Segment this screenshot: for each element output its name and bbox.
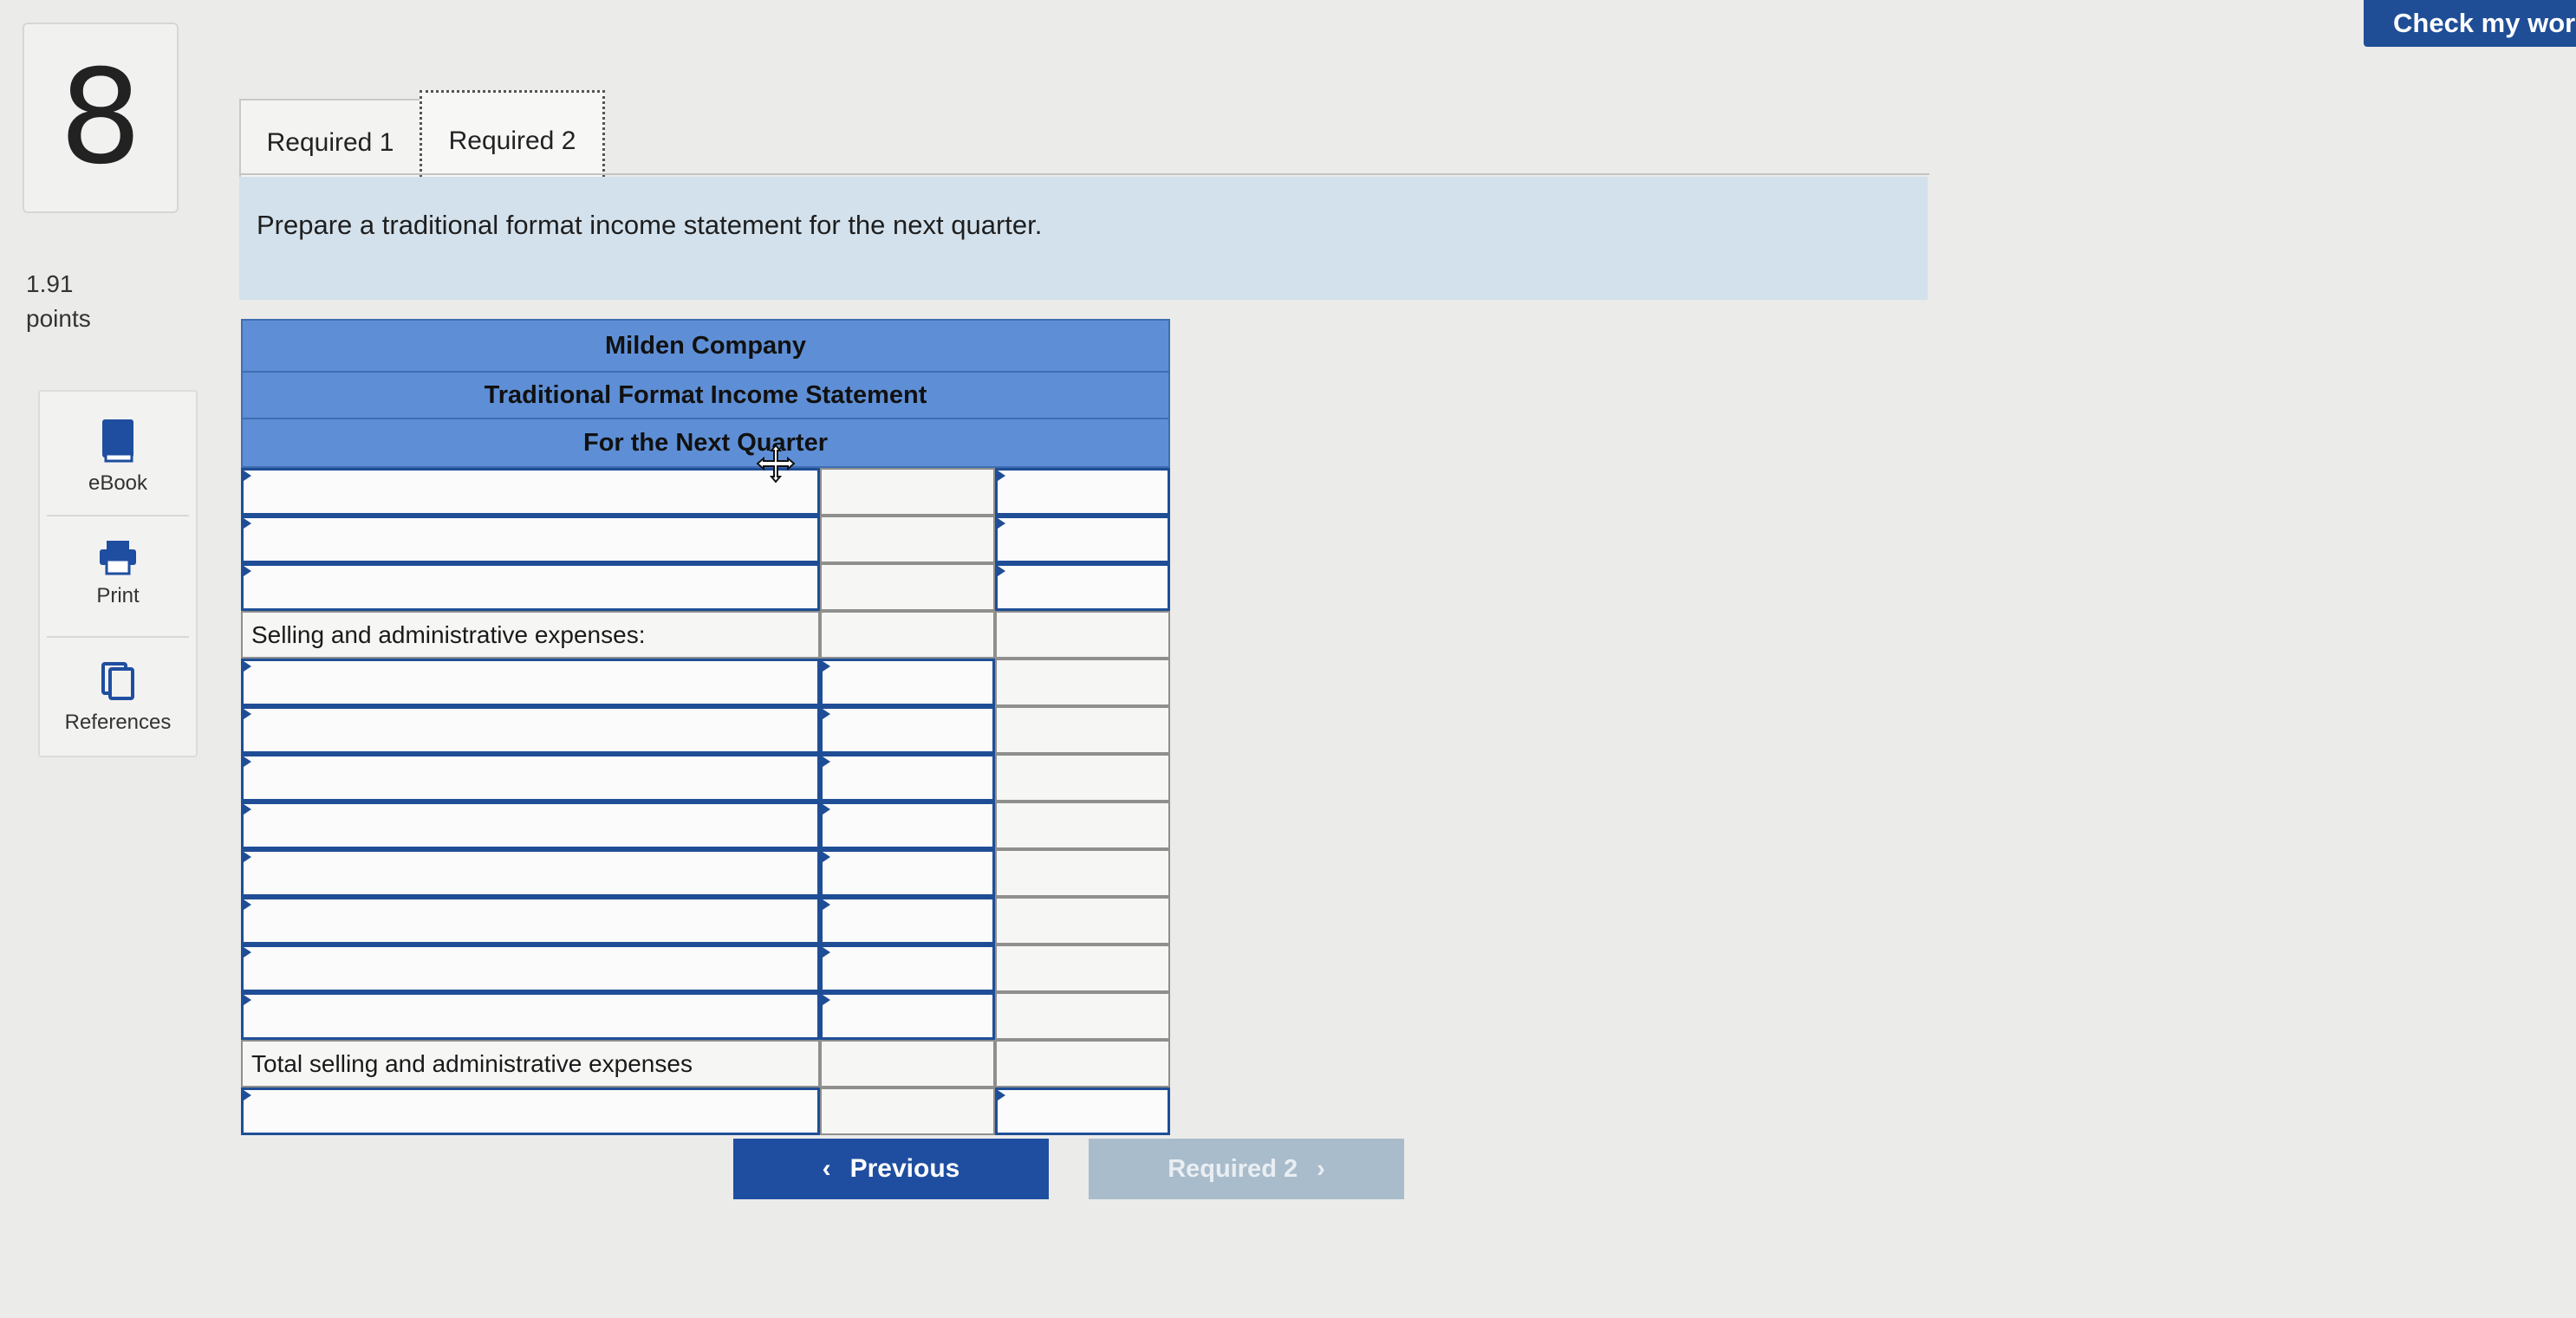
line-item-label-input[interactable] bbox=[241, 563, 820, 611]
table-row bbox=[241, 849, 1170, 897]
expense-amount-input[interactable] bbox=[820, 945, 995, 992]
instruction-box: Prepare a traditional format income stat… bbox=[239, 177, 1928, 300]
amount-cell bbox=[995, 897, 1170, 945]
ebook-icon bbox=[102, 419, 133, 463]
ebook-label: eBook bbox=[88, 471, 148, 495]
income-statement-table: Milden Company Traditional Format Income… bbox=[241, 319, 1170, 1135]
print-label: Print bbox=[96, 584, 140, 607]
references-button[interactable]: References bbox=[40, 660, 196, 735]
chevron-right-icon: › bbox=[1317, 1154, 1325, 1183]
table-row bbox=[241, 468, 1170, 516]
expense-amount-input[interactable] bbox=[820, 802, 995, 849]
total-amount-input[interactable] bbox=[995, 563, 1170, 611]
table-row bbox=[241, 802, 1170, 849]
line-item-label-input[interactable] bbox=[241, 468, 820, 516]
amount-cell bbox=[820, 563, 995, 611]
sga-section-label: Selling and administrative expenses: bbox=[241, 611, 820, 659]
move-cursor-icon bbox=[756, 444, 796, 484]
statement-title-header: Traditional Format Income Statement bbox=[241, 373, 1170, 419]
table-row: Selling and administrative expenses: bbox=[241, 611, 1170, 659]
instruction-text: Prepare a traditional format income stat… bbox=[257, 210, 1043, 240]
previous-button[interactable]: ‹ Previous bbox=[733, 1139, 1049, 1199]
table-row bbox=[241, 897, 1170, 945]
table-row bbox=[241, 945, 1170, 992]
references-icon bbox=[101, 662, 134, 700]
total-sga-label: Total selling and administrative expense… bbox=[241, 1040, 820, 1088]
expense-label-input[interactable] bbox=[241, 706, 820, 754]
line-item-label-input[interactable] bbox=[241, 516, 820, 563]
amount-cell bbox=[995, 1040, 1170, 1088]
amount-cell bbox=[820, 611, 995, 659]
table-row bbox=[241, 754, 1170, 802]
expense-label-input[interactable] bbox=[241, 754, 820, 802]
points-display: 1.91 points bbox=[26, 267, 91, 336]
amount-cell bbox=[995, 849, 1170, 897]
amount-cell bbox=[995, 992, 1170, 1040]
table-row bbox=[241, 1088, 1170, 1135]
expense-amount-input[interactable] bbox=[820, 659, 995, 706]
expense-amount-input[interactable] bbox=[820, 849, 995, 897]
expense-label-input[interactable] bbox=[241, 802, 820, 849]
table-row bbox=[241, 659, 1170, 706]
tools-divider bbox=[47, 636, 189, 638]
expense-label-input[interactable] bbox=[241, 897, 820, 945]
question-number-card: 8 bbox=[23, 23, 179, 213]
points-value: 1.91 bbox=[26, 270, 74, 297]
table-row bbox=[241, 706, 1170, 754]
amount-cell bbox=[820, 1088, 995, 1135]
expense-label-input[interactable] bbox=[241, 849, 820, 897]
amount-cell bbox=[995, 754, 1170, 802]
tab-divider bbox=[239, 173, 1929, 175]
tab-required-1[interactable]: Required 1 bbox=[239, 99, 421, 185]
print-icon bbox=[100, 541, 136, 575]
points-label: points bbox=[26, 305, 91, 332]
statement-period-header: For the Next Quarter bbox=[241, 419, 1170, 468]
table-row bbox=[241, 516, 1170, 563]
amount-cell bbox=[820, 468, 995, 516]
expense-amount-input[interactable] bbox=[820, 754, 995, 802]
question-number: 8 bbox=[59, 42, 142, 193]
amount-cell bbox=[995, 611, 1170, 659]
table-row: Total selling and administrative expense… bbox=[241, 1040, 1170, 1088]
expense-label-input[interactable] bbox=[241, 945, 820, 992]
total-amount-input[interactable] bbox=[995, 516, 1170, 563]
chevron-left-icon: ‹ bbox=[822, 1154, 831, 1183]
tools-divider bbox=[47, 515, 189, 516]
print-button[interactable]: Print bbox=[40, 539, 196, 608]
expense-label-input[interactable] bbox=[241, 992, 820, 1040]
expense-label-input[interactable] bbox=[241, 659, 820, 706]
previous-label: Previous bbox=[849, 1154, 960, 1183]
expense-amount-input[interactable] bbox=[820, 897, 995, 945]
tab-label: Required 1 bbox=[266, 128, 394, 157]
table-row bbox=[241, 563, 1170, 611]
table-row bbox=[241, 992, 1170, 1040]
amount-cell bbox=[995, 659, 1170, 706]
amount-cell bbox=[820, 516, 995, 563]
amount-cell bbox=[995, 706, 1170, 754]
expense-amount-input[interactable] bbox=[820, 706, 995, 754]
next-label: Required 2 bbox=[1168, 1154, 1298, 1183]
total-amount-input[interactable] bbox=[995, 468, 1170, 516]
amount-cell bbox=[820, 1040, 995, 1088]
references-label: References bbox=[64, 711, 172, 734]
next-button: Required 2 › bbox=[1089, 1139, 1404, 1199]
ebook-button[interactable]: eBook bbox=[40, 418, 196, 496]
tools-panel: eBook Print References bbox=[38, 390, 198, 757]
line-item-label-input[interactable] bbox=[241, 1088, 820, 1135]
tab-label: Required 2 bbox=[448, 127, 576, 155]
expense-amount-input[interactable] bbox=[820, 992, 995, 1040]
total-amount-input[interactable] bbox=[995, 1088, 1170, 1135]
amount-cell bbox=[995, 802, 1170, 849]
amount-cell bbox=[995, 945, 1170, 992]
check-my-work-button[interactable]: Check my wor bbox=[2364, 0, 2576, 47]
company-name-header: Milden Company bbox=[241, 319, 1170, 373]
